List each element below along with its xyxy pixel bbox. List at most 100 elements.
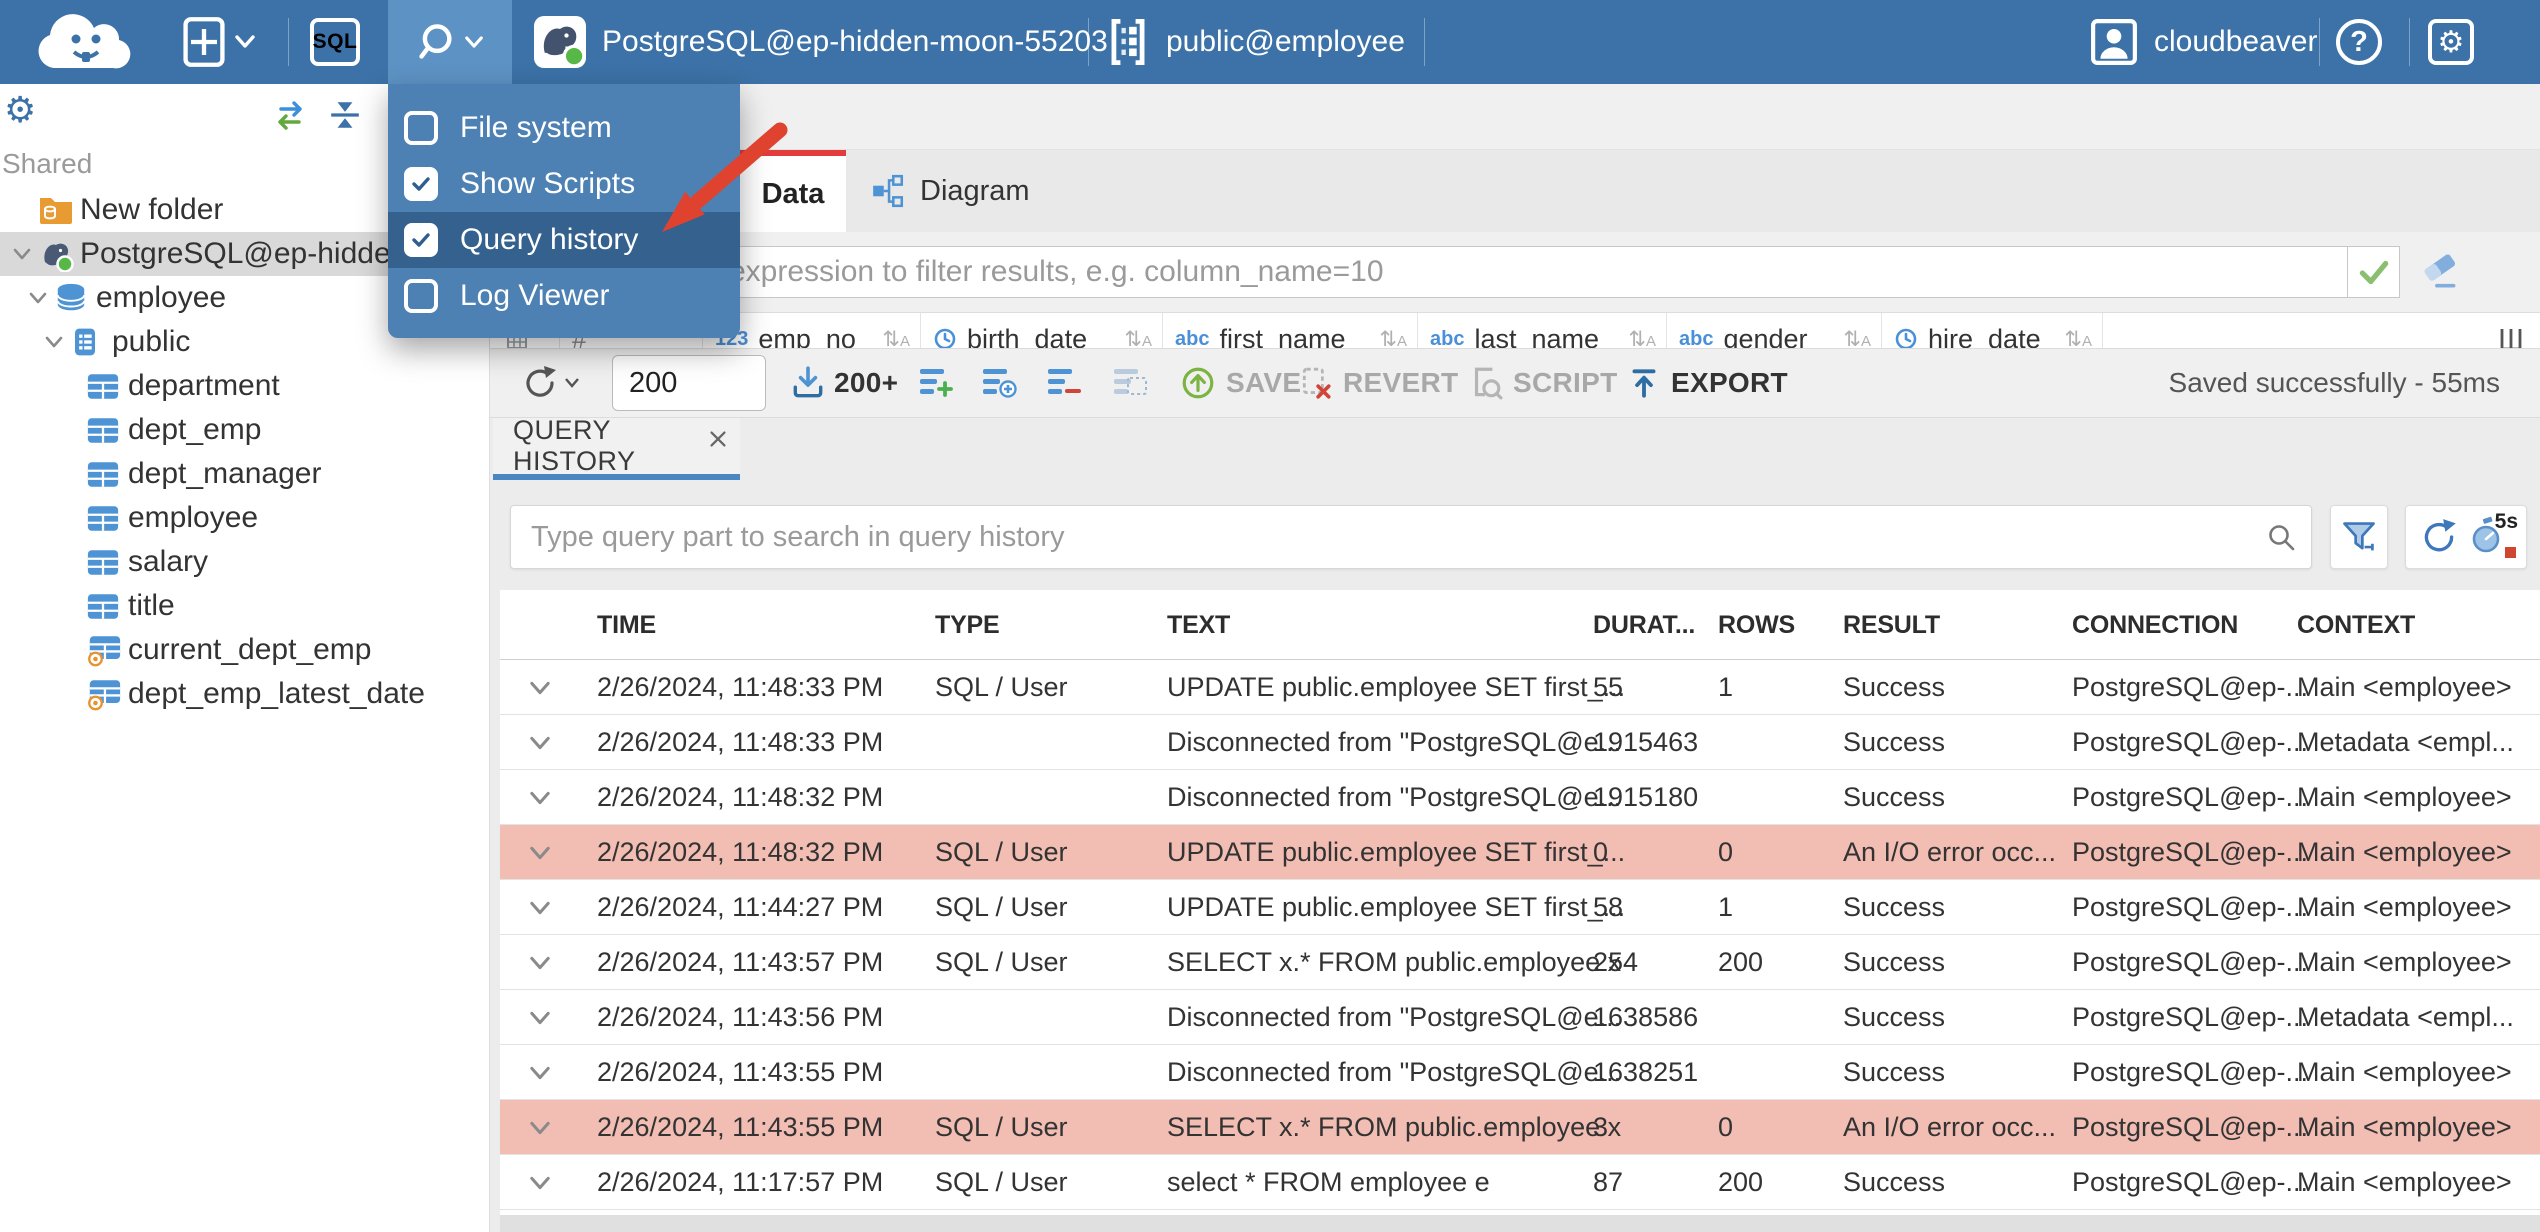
expand-chevron-icon[interactable]: [526, 949, 554, 977]
close-icon[interactable]: [706, 427, 730, 451]
query-history-row[interactable]: 2/26/2024, 11:48:33 PM SQL / User UPDATE p…: [500, 660, 2540, 715]
tree-item-salary[interactable]: salary: [0, 540, 489, 584]
expand-chevron-icon[interactable]: [526, 1004, 554, 1032]
expand-chevron-icon[interactable]: [526, 784, 554, 812]
grid-columns-settings[interactable]: [2103, 313, 2540, 348]
tree-item-dept-emp[interactable]: dept_emp: [0, 408, 489, 452]
refresh-button[interactable]: [520, 363, 560, 403]
expand-chevron-icon[interactable]: [526, 894, 554, 922]
script-button[interactable]: SCRIPT: [1467, 365, 1617, 401]
sql-editor-button[interactable]: SQL: [310, 0, 360, 84]
sort-icon[interactable]: ⇅A: [1628, 327, 1656, 349]
save-button[interactable]: SAVE: [1180, 365, 1301, 401]
cloudbeaver-logo-icon[interactable]: [24, 0, 136, 84]
cell-rows: 1: [1718, 672, 1734, 702]
query-history-row[interactable]: 2/26/2024, 11:44:27 PM SQL / User UPDATE p…: [500, 880, 2540, 935]
tools-menu-button[interactable]: [388, 0, 512, 84]
collapse-all-icon[interactable]: [328, 98, 362, 132]
user-menu[interactable]: cloudbeaver: [2090, 0, 2317, 84]
tab-data[interactable]: Data: [740, 150, 846, 232]
query-history-search-input[interactable]: [510, 505, 2312, 569]
chevron-down-icon[interactable]: [22, 286, 54, 310]
expand-chevron-icon[interactable]: [526, 1059, 554, 1087]
query-history-row[interactable]: 2/26/2024, 11:43:55 PM Disconnected from …: [500, 1045, 2540, 1100]
checkbox-log-viewer[interactable]: [404, 279, 438, 313]
menu-item-label: Show Scripts: [460, 167, 636, 200]
tree-item-department[interactable]: department: [0, 364, 489, 408]
history-filter-button[interactable]: [2330, 505, 2388, 569]
add-row-button[interactable]: [917, 366, 955, 400]
apply-filter-button[interactable]: [2348, 246, 2400, 298]
checkbox-show-scripts[interactable]: [404, 167, 438, 201]
query-history-row[interactable]: 2/26/2024, 11:43:56 PM Disconnected from …: [500, 990, 2540, 1045]
new-object-button[interactable]: [182, 0, 256, 84]
grid-column-label: last_name: [1474, 323, 1600, 349]
tree-item-dept-manager[interactable]: dept_manager: [0, 452, 489, 496]
query-history-row[interactable]: 2/26/2024, 11:48:32 PM SQL / User UPDATE p…: [500, 825, 2540, 880]
horizontal-scrollbar[interactable]: [500, 1215, 2540, 1232]
query-history-row[interactable]: 2/26/2024, 11:43:55 PM SQL / User SELECT x…: [500, 1100, 2540, 1155]
query-history-row[interactable]: 2/26/2024, 11:48:32 PM Disconnected from …: [500, 770, 2540, 825]
cell-result: Success: [1843, 1057, 1946, 1087]
table-icon: [86, 372, 128, 401]
cell-connection: PostgreSQL@ep-...: [2072, 892, 2309, 922]
schema-selector[interactable]: public@employee: [1106, 0, 1405, 84]
checkbox-file-system[interactable]: [404, 111, 438, 145]
plus-square-icon: [183, 17, 225, 67]
sort-icon[interactable]: ⇅A: [1124, 327, 1152, 349]
duplicate-row-button[interactable]: [980, 366, 1018, 400]
query-history-row[interactable]: 2/26/2024, 11:48:33 PM Disconnected from …: [500, 715, 2540, 770]
sort-icon[interactable]: ⇅A: [1379, 327, 1407, 349]
fetch-more-button[interactable]: 200+: [790, 365, 898, 401]
chevron-down-icon[interactable]: [38, 330, 70, 354]
grid-column-birth-date[interactable]: birth_date ⇅A: [921, 313, 1163, 348]
expand-chevron-icon[interactable]: [526, 674, 554, 702]
filter-expression-input[interactable]: [500, 246, 2348, 298]
sidebar-settings-gear-icon[interactable]: ⚙: [4, 92, 36, 128]
expand-chevron-icon[interactable]: [526, 729, 554, 757]
export-button[interactable]: EXPORT: [1627, 366, 1788, 400]
sort-icon[interactable]: ⇅A: [1843, 327, 1871, 349]
tab-query-history[interactable]: QUERY HISTORY: [493, 415, 740, 480]
tree-item-dept-emp-latest-date[interactable]: dept_emp_latest_date: [0, 672, 489, 716]
expand-chevron-icon[interactable]: [526, 1169, 554, 1197]
expand-chevron-icon[interactable]: [526, 1114, 554, 1142]
sort-icon[interactable]: ⇅A: [882, 327, 910, 349]
help-button[interactable]: ?: [2336, 19, 2382, 65]
revert-button[interactable]: REVERT: [1299, 366, 1458, 400]
sync-connection-icon[interactable]: [272, 98, 308, 132]
tree-item-current-dept-emp[interactable]: current_dept_emp: [0, 628, 489, 672]
sort-icon[interactable]: ⇅A: [2064, 327, 2092, 349]
cell-context: Metadata <empl...: [2297, 1002, 2514, 1032]
tab-diagram[interactable]: Diagram: [852, 150, 1048, 232]
settings-button[interactable]: ⚙: [2428, 19, 2474, 65]
cell-duration: 254: [1593, 947, 1639, 977]
menu-item-query-history[interactable]: Query history: [388, 212, 740, 268]
tree-item-title[interactable]: title: [0, 584, 489, 628]
row-limit-input[interactable]: [612, 355, 766, 411]
revert-cell-button[interactable]: [1111, 366, 1149, 400]
menu-item-show-scripts[interactable]: Show Scripts: [388, 156, 740, 212]
grid-column-gender[interactable]: abc gender ⇅A: [1667, 313, 1882, 348]
cell-context: Main <employee>: [2297, 782, 2512, 812]
clear-filter-eraser-icon[interactable]: [2418, 250, 2462, 292]
menu-item-log-viewer[interactable]: Log Viewer: [388, 268, 740, 324]
grid-column-first-name[interactable]: abc first_name ⇅A: [1163, 313, 1418, 348]
expand-chevron-icon[interactable]: [526, 839, 554, 867]
history-refresh-button[interactable]: 5s: [2405, 505, 2527, 569]
cell-time: 2/26/2024, 11:44:27 PM: [597, 892, 884, 922]
checkbox-query-history[interactable]: [404, 223, 438, 257]
menu-item-label: Log Viewer: [460, 279, 610, 312]
connection-selector[interactable]: PostgreSQL@ep-hidden-moon-55203: [534, 0, 1108, 84]
query-history-row[interactable]: 2/26/2024, 11:43:57 PM SQL / User SELECT x…: [500, 935, 2540, 990]
cell-duration: 1638586: [1593, 1002, 1699, 1032]
menu-item-label: Query history: [460, 223, 639, 256]
menu-item-file-system[interactable]: File system: [388, 100, 740, 156]
query-history-row[interactable]: 2/26/2024, 11:17:57 PM SQL / User select *…: [500, 1155, 2540, 1210]
tree-item-label: employee: [128, 501, 259, 534]
grid-column-hire-date[interactable]: hire_date ⇅A: [1882, 313, 2103, 348]
chevron-down-icon[interactable]: [6, 242, 38, 266]
tree-item-employee[interactable]: employee: [0, 496, 489, 540]
delete-row-button[interactable]: [1045, 366, 1083, 400]
grid-column-last-name[interactable]: abc last_name ⇅A: [1418, 313, 1667, 348]
